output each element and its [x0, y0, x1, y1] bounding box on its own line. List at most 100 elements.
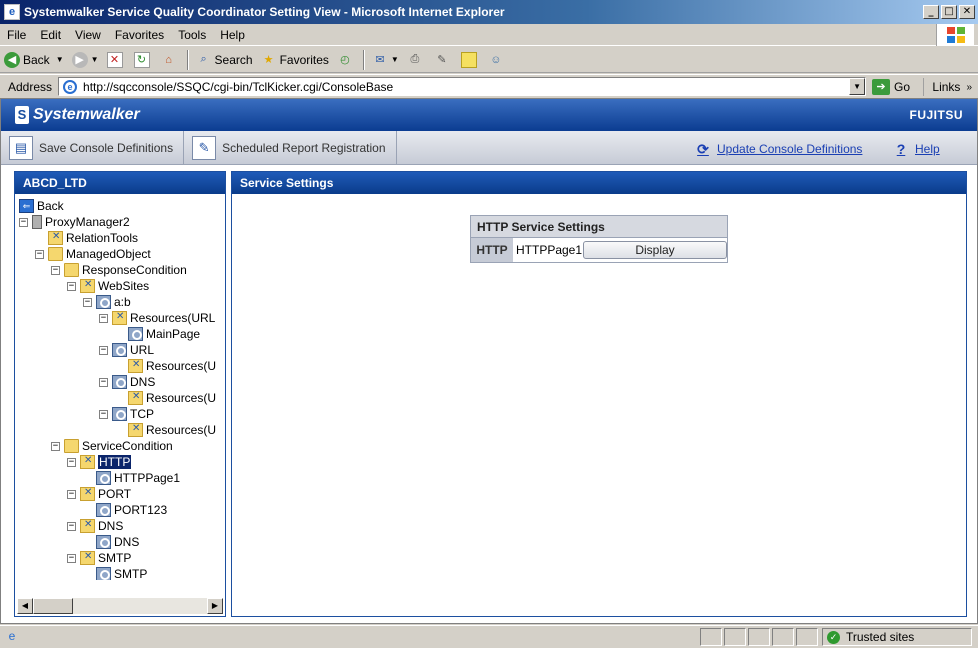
history-button[interactable]: ◴ [333, 49, 360, 71]
save-console-definitions-button[interactable]: ▤ Save Console Definitions [1, 130, 185, 165]
collapse-toggle-icon[interactable]: − [67, 521, 76, 531]
tree-node[interactable]: − ManagedObject [35, 246, 151, 262]
tool-icon [128, 359, 143, 373]
display-button[interactable]: Display [583, 241, 727, 259]
tree-node[interactable]: RelationTools [35, 230, 138, 246]
tree-node[interactable]: − Resources(URL [99, 310, 215, 326]
object-icon [112, 375, 127, 389]
stop-button[interactable]: ✕ [103, 49, 130, 71]
status-bar: e ✓ Trusted sites [0, 625, 978, 648]
links-label: Links [932, 80, 961, 94]
address-dropdown-button[interactable]: ▼ [849, 78, 866, 95]
discuss-button[interactable] [457, 49, 484, 71]
help-link[interactable]: ? Help [893, 141, 940, 157]
tree-node-label: a:b [114, 295, 131, 309]
collapse-toggle-icon[interactable]: − [67, 457, 76, 467]
scheduled-report-registration-label: Scheduled Report Registration [222, 140, 386, 155]
collapse-toggle-icon[interactable]: − [67, 281, 76, 291]
ie-app-icon: e [4, 4, 20, 20]
collapse-toggle-icon[interactable]: − [51, 265, 60, 275]
tree-node[interactable]: MainPage [115, 326, 200, 342]
tree-node[interactable]: HTTPPage1 [83, 470, 180, 486]
tree-node[interactable]: Resources(U [115, 358, 216, 374]
collapse-toggle-icon[interactable]: − [35, 249, 44, 259]
search-button[interactable]: ⌕ Search [192, 49, 257, 71]
window-title: Systemwalker Service Quality Coordinator… [24, 5, 505, 19]
menu-view[interactable]: View [68, 28, 108, 42]
home-button[interactable]: ⌂ [157, 49, 184, 71]
tree-node[interactable]: − PORT [67, 486, 131, 502]
search-icon: ⌕ [200, 53, 207, 65]
tree-node[interactable]: − URL [99, 342, 154, 358]
menu-edit[interactable]: Edit [33, 28, 68, 42]
service-value: HTTPPage1 [516, 243, 583, 257]
menu-file[interactable]: File [0, 28, 33, 42]
menu-help[interactable]: Help [213, 28, 252, 42]
tree-node[interactable]: − DNS [99, 374, 155, 390]
mail-button[interactable]: ✉ ▼ [368, 49, 403, 71]
tree-node[interactable]: − TCP [99, 406, 154, 422]
collapse-toggle-icon[interactable]: − [99, 409, 108, 419]
back-arrow-icon: ◀ [4, 51, 20, 68]
server-icon [32, 215, 42, 229]
update-console-definitions-link[interactable]: ⟳ Update Console Definitions [695, 141, 862, 157]
refresh-button[interactable]: ↻ [130, 49, 157, 71]
history-icon: ◴ [340, 54, 350, 66]
collapse-toggle-icon[interactable]: − [19, 217, 28, 227]
check-icon: ✓ [827, 630, 840, 644]
tree-node-label: DNS [114, 535, 140, 549]
tree-node[interactable]: PORT123 [83, 502, 167, 518]
forward-button[interactable]: ▶ ▼ [68, 49, 103, 71]
report-icon: ✎ [192, 135, 217, 160]
menu-favorites[interactable]: Favorites [108, 28, 171, 42]
menu-tools[interactable]: Tools [171, 28, 213, 42]
print-button[interactable]: ⎙ [403, 49, 430, 71]
horizontal-scrollbar[interactable]: ◀ ▶ [17, 598, 223, 614]
address-input[interactable]: e http://sqcconsole/SSQC/cgi-bin/TclKick… [58, 77, 867, 96]
collapse-toggle-icon[interactable]: − [99, 313, 108, 323]
minimize-button[interactable]: _ [923, 5, 939, 19]
windows-logo-icon [936, 24, 974, 46]
scroll-left-button[interactable]: ◀ [17, 598, 33, 614]
edit-button[interactable]: ✎ [430, 49, 457, 71]
scheduled-report-registration-button[interactable]: ✎ Scheduled Report Registration [184, 130, 397, 165]
collapse-toggle-icon[interactable]: − [99, 345, 108, 355]
collapse-toggle-icon[interactable]: − [83, 297, 92, 307]
tree-node[interactable]: ⇐ Back [19, 198, 64, 214]
security-zone-label: Trusted sites [846, 630, 915, 644]
links-button[interactable]: Links » [923, 78, 972, 96]
tree-node[interactable]: Resources(U [115, 390, 216, 406]
collapse-toggle-icon[interactable]: − [51, 441, 60, 451]
collapse-toggle-icon[interactable]: − [67, 489, 76, 499]
scroll-thumb[interactable] [33, 598, 73, 614]
tree-node[interactable]: DNS [83, 534, 139, 550]
address-url: http://sqcconsole/SSQC/cgi-bin/TclKicker… [83, 79, 394, 94]
tree-node[interactable]: − HTTP [67, 454, 132, 470]
tree-node[interactable]: − ResponseCondition [51, 262, 187, 278]
tree-node[interactable]: − SMTP [67, 550, 131, 566]
tree-node[interactable]: SMTP [83, 566, 147, 580]
maximize-button[interactable]: □ [941, 5, 957, 19]
tree-node[interactable]: Resources(U [115, 422, 216, 438]
tree-node[interactable]: − DNS [67, 518, 123, 534]
page-status-icon: e [8, 629, 16, 643]
tree-node-label: PORT123 [114, 503, 168, 517]
tree-node-label: ResponseCondition [82, 263, 187, 277]
tree-node[interactable]: − ProxyManager2 [19, 214, 130, 230]
tool-icon [80, 551, 95, 565]
service-settings-table: HTTP Service Settings HTTP HTTPPage1 Dis… [470, 215, 728, 263]
tree-node-label: ServiceCondition [82, 439, 173, 453]
scroll-right-button[interactable]: ▶ [207, 598, 223, 614]
tree-node[interactable]: − a:b [83, 294, 131, 310]
service-key: HTTP [471, 238, 513, 262]
close-button[interactable]: ✕ [959, 5, 975, 19]
browser-window: e Systemwalker Service Quality Coordinat… [0, 0, 978, 648]
tree-node[interactable]: − WebSites [67, 278, 149, 294]
back-button[interactable]: ◀ Back ▼ [0, 49, 68, 71]
favorites-button[interactable]: ★ Favorites [257, 49, 333, 71]
collapse-toggle-icon[interactable]: − [67, 553, 76, 563]
go-button[interactable]: ➔ Go [872, 78, 910, 95]
collapse-toggle-icon[interactable]: − [99, 377, 108, 387]
tree-node[interactable]: − ServiceCondition [51, 438, 173, 454]
messenger-button[interactable]: ☺ [484, 49, 511, 71]
